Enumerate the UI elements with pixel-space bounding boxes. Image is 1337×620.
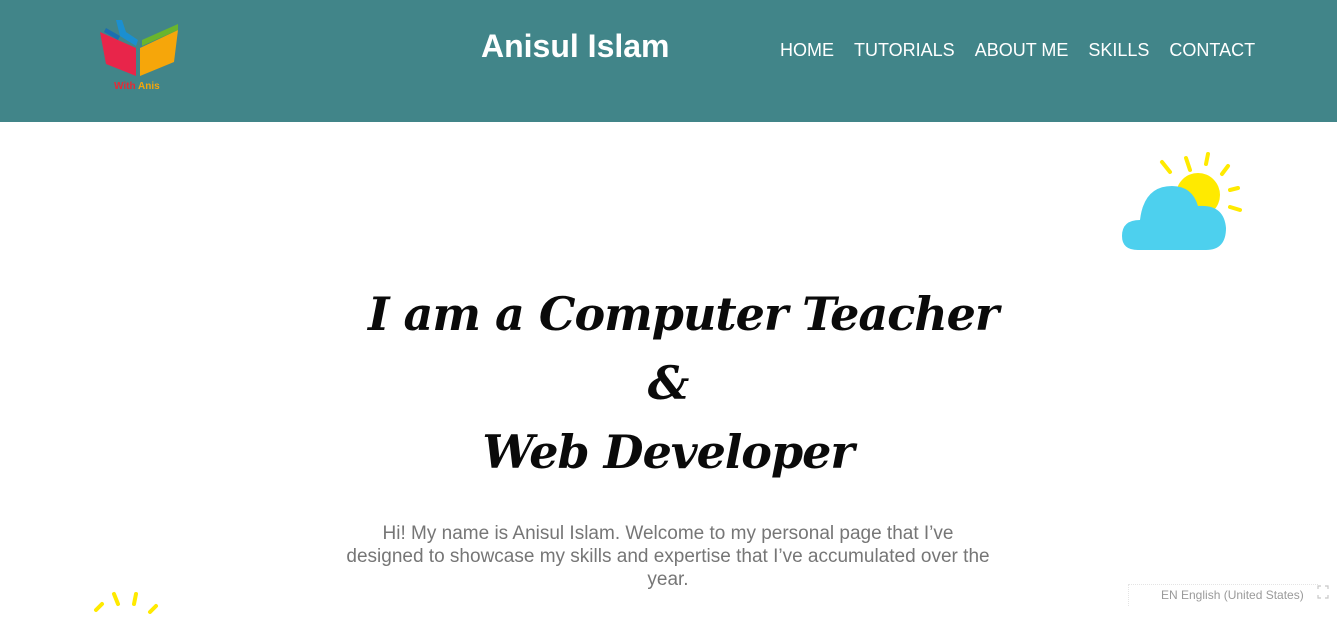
sun-cloud-icon xyxy=(1122,152,1242,250)
hero-heading: I am a Computer Teacher & Web Developer xyxy=(368,280,999,487)
expand-icon[interactable] xyxy=(1317,585,1329,599)
hero-line-1: I am a Computer Teacher xyxy=(368,287,999,341)
nav-home[interactable]: HOME xyxy=(780,40,834,61)
main-nav: HOME TUTORIALS ABOUT ME SKILLS CONTACT xyxy=(780,40,1275,61)
book-logo-icon xyxy=(100,20,178,76)
sun-rays-icon xyxy=(94,592,158,614)
hero-line-3: Web Developer xyxy=(482,425,854,479)
site-logo[interactable]: With Anis xyxy=(96,18,184,98)
nav-tutorials[interactable]: TUTORIALS xyxy=(854,40,955,61)
nav-skills[interactable]: SKILLS xyxy=(1088,40,1149,61)
site-header: With Anis Anisul Islam HOME TUTORIALS AB… xyxy=(0,0,1337,122)
intro-text: Hi! My name is Anisul Islam. Welcome to … xyxy=(346,523,990,590)
site-title[interactable]: Anisul Islam xyxy=(481,28,670,65)
nav-contact[interactable]: CONTACT xyxy=(1169,40,1255,61)
logo-text: With Anis xyxy=(114,81,160,92)
nav-about-me[interactable]: ABOUT ME xyxy=(975,40,1069,61)
language-indicator[interactable]: EN English (United States) xyxy=(1128,584,1318,606)
hero-line-2: & xyxy=(647,356,690,410)
